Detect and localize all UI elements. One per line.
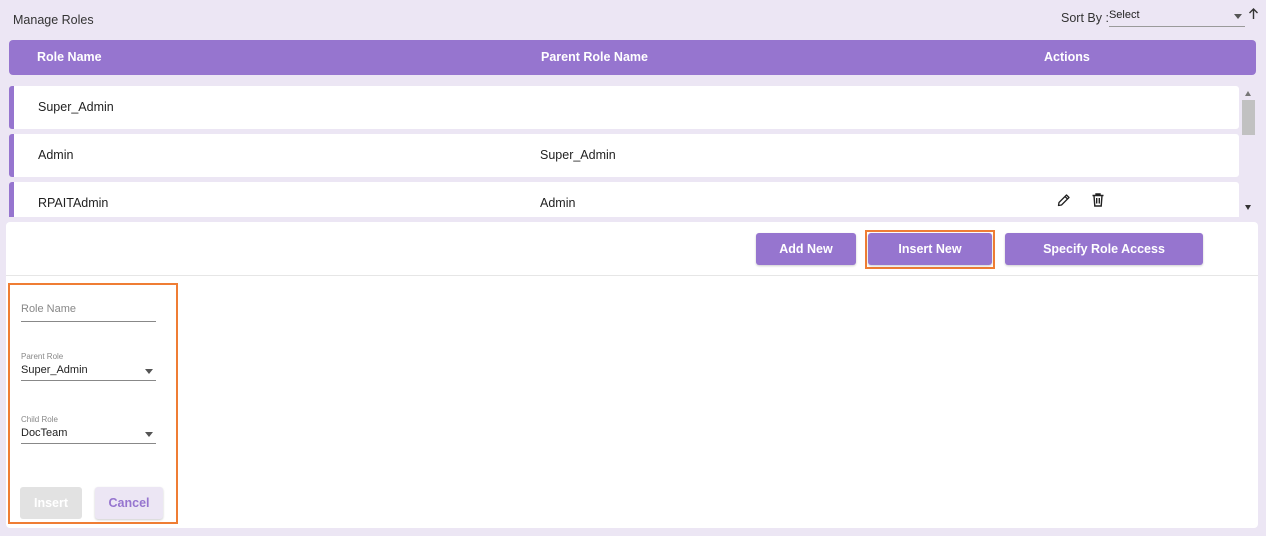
sort-by-label: Sort By :	[1061, 11, 1109, 25]
chevron-down-icon	[1233, 14, 1242, 19]
header-actions: Actions	[1044, 50, 1090, 64]
table-scrollbar[interactable]	[1241, 86, 1257, 216]
chevron-down-icon	[145, 369, 153, 374]
child-role-label: Child Role	[21, 415, 58, 424]
table-row[interactable]: RPAITAdmin Admin	[9, 182, 1239, 217]
specify-role-access-button[interactable]: Specify Role Access	[1005, 233, 1203, 265]
scroll-down-icon[interactable]	[1245, 205, 1251, 210]
header-role-name[interactable]: Role Name	[37, 50, 102, 64]
sort-by-value: Select	[1108, 9, 1140, 21]
insert-button[interactable]: Insert	[20, 487, 82, 519]
table-row[interactable]: Super_Admin	[9, 86, 1239, 129]
add-new-button[interactable]: Add New	[756, 233, 856, 265]
edit-panel: Add New Insert New Specify Role Access R…	[6, 222, 1258, 528]
page-title: Manage Roles	[13, 13, 94, 27]
row-actions	[1056, 192, 1106, 208]
cell-parent-role-name: Admin	[540, 196, 576, 210]
cell-parent-role-name: Super_Admin	[540, 148, 616, 162]
parent-role-value: Super_Admin	[21, 364, 88, 376]
cell-role-name: Super_Admin	[38, 100, 114, 114]
table-row[interactable]: Admin Super_Admin	[9, 134, 1239, 177]
parent-role-select[interactable]: Parent Role Super_Admin	[21, 352, 156, 381]
trash-icon[interactable]	[1090, 192, 1106, 208]
role-name-placeholder: Role Name	[21, 303, 156, 322]
divider	[6, 275, 1258, 276]
arrow-up-icon[interactable]	[1248, 8, 1259, 20]
cell-role-name: Admin	[38, 148, 74, 162]
chevron-down-icon	[145, 432, 153, 437]
insert-role-form: Role Name Parent Role Super_Admin Child …	[8, 283, 178, 524]
sort-by-select[interactable]: Select	[1108, 8, 1245, 27]
child-role-value: DocTeam	[21, 427, 68, 439]
header-parent-role-name[interactable]: Parent Role Name	[541, 50, 648, 64]
role-name-field[interactable]: Role Name	[21, 303, 156, 322]
sort-by: Sort By : Select	[1061, 8, 1259, 27]
insert-new-button[interactable]: Insert New	[868, 233, 992, 265]
scroll-up-icon[interactable]	[1245, 91, 1251, 96]
scrollbar-thumb[interactable]	[1242, 100, 1255, 135]
pencil-icon[interactable]	[1056, 192, 1072, 208]
child-role-select[interactable]: Child Role DocTeam	[21, 415, 156, 444]
cell-role-name: RPAITAdmin	[38, 196, 109, 210]
parent-role-label: Parent Role	[21, 352, 64, 361]
table-header: Role Name Parent Role Name Actions	[9, 40, 1256, 75]
cancel-button[interactable]: Cancel	[95, 487, 163, 519]
